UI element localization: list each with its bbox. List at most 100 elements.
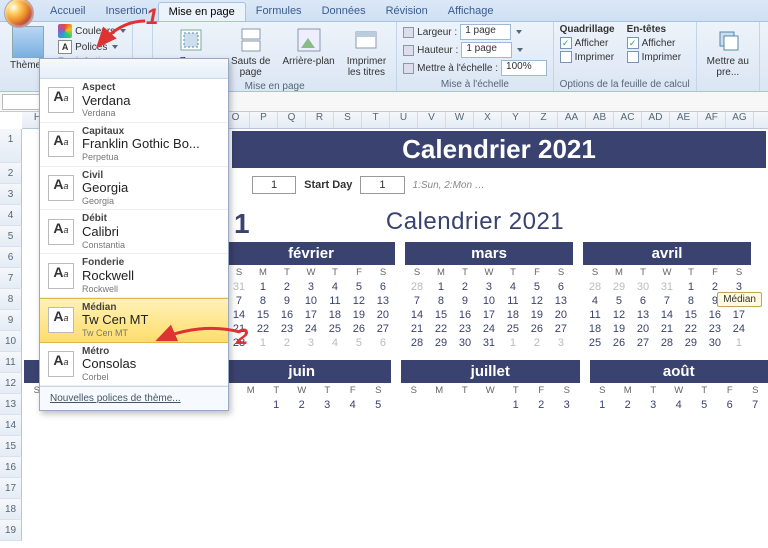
row-1[interactable]: 1 (0, 129, 22, 163)
arrow-1-icon (90, 16, 150, 56)
chevron-down-icon (516, 30, 522, 34)
callout-2: 2 (236, 324, 248, 350)
tab-mise-en-page[interactable]: Mise en page (158, 2, 246, 21)
grid-show-check[interactable]: ✓Afficher (560, 37, 615, 49)
tab-données[interactable]: Données (312, 2, 376, 21)
row-6[interactable]: 6 (0, 247, 22, 268)
scale-icon (403, 63, 414, 74)
row-11[interactable]: 11 (0, 352, 22, 373)
font-swatch-icon: Aa (48, 307, 74, 333)
arrange-icon (714, 26, 742, 54)
group-label: Mise à l'échelle (403, 78, 546, 90)
group-scale: Largeur :1 page Hauteur :1 page Mettre à… (397, 22, 553, 91)
row-5[interactable]: 5 (0, 226, 22, 247)
font-item-capitaux[interactable]: AaCapitauxFranklin Gothic Bo...Perpetua (40, 123, 228, 167)
row-7[interactable]: 7 (0, 268, 22, 289)
col-R[interactable]: R (306, 112, 334, 128)
col-Q[interactable]: Q (278, 112, 306, 128)
month-juillet: juilletSMTWTFS123 (401, 360, 580, 412)
months-row-1: févrierSMTWTFS31123456789101112131415161… (227, 242, 768, 350)
row-19[interactable]: 19 (0, 520, 22, 541)
row-12[interactable]: 12 (0, 373, 22, 394)
col-S[interactable]: S (334, 112, 362, 128)
tooltip-median: Médian (717, 292, 762, 307)
row-18[interactable]: 18 (0, 499, 22, 520)
tab-révision[interactable]: Révision (376, 2, 438, 21)
month-juin: juinSMTWTFS12345 (213, 360, 392, 412)
col-AF[interactable]: AF (698, 112, 726, 128)
row-13[interactable]: 13 (0, 394, 22, 415)
font-swatch-icon: Aa (48, 263, 74, 289)
headers-print-check[interactable]: Imprimer (627, 51, 681, 63)
scale-select[interactable]: 100% (501, 60, 547, 76)
col-V[interactable]: V (418, 112, 446, 128)
month-header: mars (405, 242, 573, 265)
col-AC[interactable]: AC (614, 112, 642, 128)
breaks-button[interactable]: Sauts de page (227, 24, 274, 80)
col-U[interactable]: U (390, 112, 418, 128)
print-titles-button[interactable]: Imprimer les titres (343, 24, 390, 80)
col-W[interactable]: W (446, 112, 474, 128)
year-box[interactable]: 1 (252, 176, 296, 194)
chevron-down-icon (517, 48, 523, 52)
month-header: juillet (401, 360, 580, 383)
start-day-label: Start Day (304, 179, 352, 191)
height-icon (403, 45, 414, 56)
print-titles-icon (352, 26, 380, 54)
col-P[interactable]: P (250, 112, 278, 128)
headers-header: En-têtes (627, 24, 681, 35)
row-8[interactable]: 8 (0, 289, 22, 310)
width-icon (403, 27, 414, 38)
background-button[interactable]: Arrière-plan (278, 24, 338, 69)
tab-affichage[interactable]: Affichage (438, 2, 504, 21)
height-select[interactable]: 1 page (461, 42, 512, 58)
row-4[interactable]: 4 (0, 205, 22, 226)
font-item-aspect[interactable]: AaAspectVerdanaVerdana (40, 79, 228, 123)
row-17[interactable]: 17 (0, 478, 22, 499)
print-area-icon (177, 26, 205, 54)
month-mars: marsSMTWTFS28123456789101112131415161718… (405, 242, 573, 350)
col-Z[interactable]: Z (530, 112, 558, 128)
arrange-button[interactable]: Mettre au pre... (703, 24, 753, 80)
row-2[interactable]: 2 (0, 163, 22, 184)
colors-icon (58, 24, 72, 38)
font-item-fonderie[interactable]: AaFonderieRockwellRockwell (40, 254, 228, 298)
col-Y[interactable]: Y (502, 112, 530, 128)
background-icon (295, 26, 323, 54)
row-16[interactable]: 16 (0, 457, 22, 478)
subtitle: 1Calendrier 2021 (182, 200, 768, 242)
group-sheet-options: Quadrillage ✓Afficher Imprimer En-têtes … (554, 22, 697, 91)
font-item-débit[interactable]: AaDébitCalibriConstantia (40, 210, 228, 254)
col-AA[interactable]: AA (558, 112, 586, 128)
arrow-2-icon (150, 322, 245, 352)
grid-print-check[interactable]: Imprimer (560, 51, 615, 63)
font-swatch-icon: Aa (48, 351, 74, 377)
width-select[interactable]: 1 page (460, 24, 511, 40)
month-février: févrierSMTWTFS31123456789101112131415161… (227, 242, 395, 350)
row-9[interactable]: 9 (0, 310, 22, 331)
row-headers[interactable]: 12345678910111213141516171819 (0, 129, 22, 541)
font-swatch-icon: Aa (48, 219, 74, 245)
row-3[interactable]: 3 (0, 184, 22, 205)
new-theme-fonts[interactable]: Nouvelles polices de thème... (40, 386, 228, 410)
month-header: avril (583, 242, 751, 265)
col-AD[interactable]: AD (642, 112, 670, 128)
col-X[interactable]: X (474, 112, 502, 128)
fonts-dropdown[interactable]: AaAspectVerdanaVerdanaAaCapitauxFranklin… (39, 58, 229, 411)
col-AB[interactable]: AB (586, 112, 614, 128)
row-15[interactable]: 15 (0, 436, 22, 457)
start-day-box[interactable]: 1 (360, 176, 404, 194)
font-item-civil[interactable]: AaCivilGeorgiaGeorgia (40, 167, 228, 211)
row-14[interactable]: 14 (0, 415, 22, 436)
col-T[interactable]: T (362, 112, 390, 128)
month-header: août (590, 360, 768, 383)
col-AE[interactable]: AE (670, 112, 698, 128)
dropdown-header (40, 59, 228, 79)
headers-show-check[interactable]: ✓Afficher (627, 37, 681, 49)
row-10[interactable]: 10 (0, 331, 22, 352)
tab-accueil[interactable]: Accueil (40, 2, 95, 21)
themes-icon (12, 26, 44, 58)
col-AG[interactable]: AG (726, 112, 754, 128)
tab-formules[interactable]: Formules (246, 2, 312, 21)
group-arrange: Mettre au pre... (697, 22, 760, 91)
